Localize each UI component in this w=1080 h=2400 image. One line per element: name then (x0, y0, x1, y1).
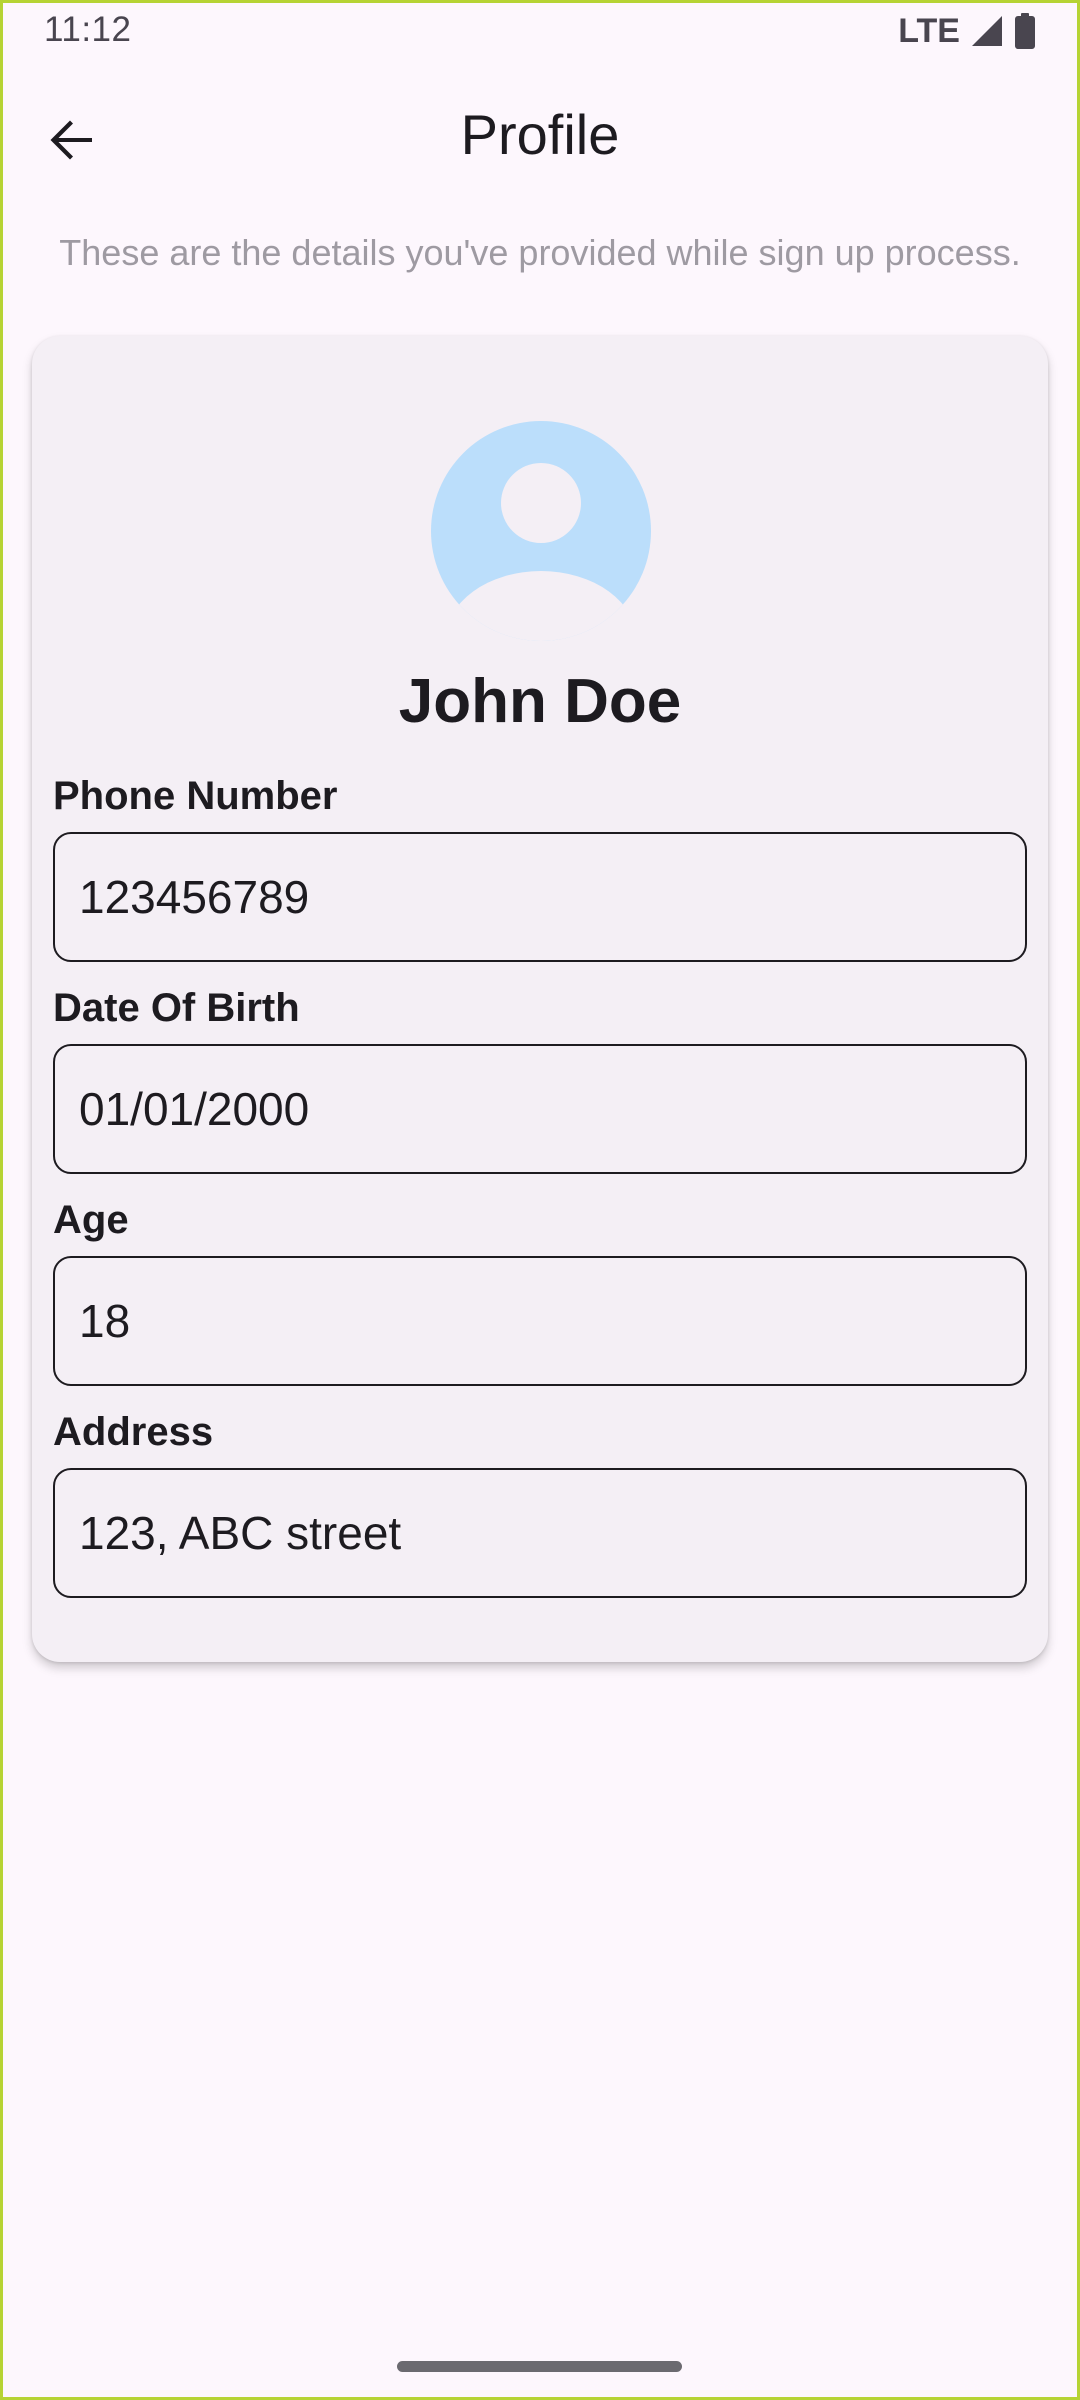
date-of-birth-label: Date Of Birth (53, 986, 300, 1030)
profile-card: John Doe Phone Number 123456789 Date Of … (32, 336, 1048, 1662)
phone-number-field[interactable]: 123456789 (53, 832, 1027, 962)
age-label: Age (53, 1198, 129, 1242)
page-title: Profile (460, 103, 620, 166)
signal-icon (972, 16, 1002, 46)
status-time: 11:12 (44, 10, 132, 49)
date-of-birth-field[interactable]: 01/01/2000 (53, 1044, 1027, 1174)
battery-icon (1015, 13, 1035, 49)
age-field[interactable]: 18 (53, 1256, 1027, 1386)
address-field[interactable]: 123, ABC street (53, 1468, 1027, 1598)
home-indicator[interactable] (397, 2361, 682, 2372)
phone-number-label: Phone Number (53, 774, 338, 818)
status-bar: 11:12 LTE (0, 0, 1080, 62)
user-name: John Doe (398, 667, 682, 736)
app-bar: Profile (0, 80, 1080, 192)
network-type: LTE (898, 11, 960, 50)
page-subtitle: These are the details you've provided wh… (59, 232, 1021, 273)
account-circle-icon (431, 421, 651, 641)
status-icons: LTE (898, 10, 1036, 52)
address-label: Address (53, 1410, 214, 1454)
